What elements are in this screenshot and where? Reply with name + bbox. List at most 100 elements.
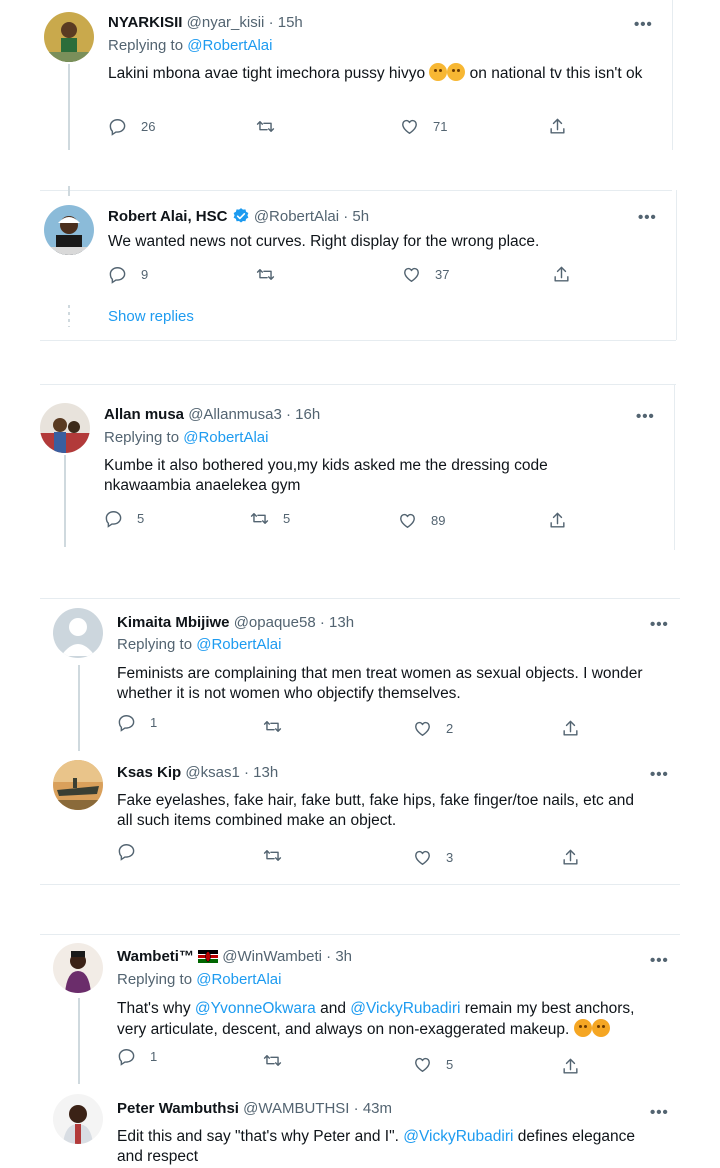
reply-button[interactable]: 1 <box>117 713 157 732</box>
divider <box>40 598 680 599</box>
like-button[interactable]: 2 <box>413 719 453 738</box>
replying-handle-link[interactable]: @RobertAlai <box>183 429 268 446</box>
share-button[interactable] <box>561 848 580 867</box>
more-options-icon[interactable]: ••• <box>650 616 669 633</box>
share-button[interactable] <box>561 1057 580 1076</box>
tweet-time[interactable]: · 5h <box>343 208 369 225</box>
retweet-icon <box>256 117 275 136</box>
more-options-icon[interactable]: ••• <box>650 1104 669 1121</box>
reply-count: 5 <box>137 511 145 526</box>
retweet-button[interactable] <box>263 717 282 736</box>
like-button[interactable]: 37 <box>402 265 449 284</box>
avatar[interactable] <box>53 760 103 810</box>
retweet-icon <box>250 509 269 528</box>
author-handle[interactable]: @WAMBUTHSI <box>243 1100 349 1117</box>
more-options-icon[interactable]: ••• <box>650 766 669 783</box>
share-button[interactable] <box>548 511 567 530</box>
more-options-icon[interactable]: ••• <box>650 952 669 969</box>
like-button[interactable]: 89 <box>398 511 445 530</box>
tweet-text: Fake eyelashes, fake hair, fake butt, fa… <box>117 791 687 831</box>
more-options-icon[interactable]: ••• <box>638 209 657 226</box>
face-emoji-icon <box>447 63 466 81</box>
author-handle[interactable]: @WinWambeti <box>222 948 322 965</box>
like-count: 37 <box>435 267 450 282</box>
author-name[interactable]: Allan musa <box>104 406 184 423</box>
share-icon <box>561 719 580 738</box>
tweet-text-line: all such items combined make an object. <box>117 812 397 829</box>
author-name[interactable]: NYARKISII <box>108 14 182 31</box>
reply-button[interactable]: 1 <box>117 1047 157 1066</box>
share-icon <box>548 511 567 530</box>
retweet-button[interactable] <box>263 1051 282 1070</box>
author-handle[interactable]: @nyar_kisii <box>187 14 265 31</box>
author-name[interactable]: Ksas Kip <box>117 764 181 781</box>
mention-link[interactable]: @YvonneOkwara <box>195 1000 316 1017</box>
more-options-icon[interactable]: ••• <box>634 16 653 33</box>
show-replies-link[interactable]: Show replies <box>108 308 194 325</box>
avatar[interactable] <box>53 608 103 658</box>
retweet-button[interactable] <box>256 117 275 136</box>
share-button[interactable] <box>548 117 567 136</box>
retweet-button[interactable] <box>256 265 275 284</box>
like-button[interactable]: 5 <box>413 1055 453 1074</box>
share-button[interactable] <box>561 719 580 738</box>
retweet-button[interactable]: 5 <box>250 509 290 528</box>
divider <box>40 884 680 885</box>
replying-handle-link[interactable]: @RobertAlai <box>187 37 272 54</box>
reply-button[interactable]: 26 <box>108 117 155 136</box>
author-name[interactable]: Kimaita Mbijiwe <box>117 614 230 631</box>
tweet-text-part: and <box>315 1000 351 1017</box>
author-name[interactable]: Peter Wambuthsi <box>117 1100 239 1117</box>
tweet-time[interactable]: · 16h <box>286 406 320 423</box>
more-options-icon[interactable]: ••• <box>636 408 655 425</box>
avatar[interactable] <box>53 943 103 993</box>
tweet-time[interactable]: · 15h <box>269 14 303 31</box>
tweet-text-line: Kumbe it also bothered you,my kids asked… <box>104 457 548 474</box>
replying-label: Replying to <box>117 971 197 988</box>
avatar[interactable] <box>40 403 90 453</box>
tweet-time[interactable]: · 43m <box>354 1100 392 1117</box>
mention-link[interactable]: @VickyRubadiri <box>350 1000 460 1017</box>
tweet-text: Kumbe it also bothered you,my kids asked… <box>104 456 664 496</box>
tweet-text-line: whether it is not women who objectify th… <box>117 685 461 702</box>
share-button[interactable] <box>552 265 571 284</box>
reply-count: 1 <box>150 1049 158 1064</box>
reply-button[interactable]: 5 <box>104 509 144 528</box>
author-handle[interactable]: @RobertAlai <box>254 208 339 225</box>
like-button[interactable]: 3 <box>413 848 453 867</box>
tweet-text-line: and respect <box>117 1148 198 1165</box>
retweet-button[interactable] <box>263 846 282 865</box>
author-handle[interactable]: @opaque58 <box>234 614 316 631</box>
avatar[interactable] <box>53 1094 103 1144</box>
tweet-text-part: very articulate, descent, and always on … <box>117 1021 570 1038</box>
like-button[interactable]: 71 <box>400 117 447 136</box>
author-name[interactable]: Robert Alai, HSC <box>108 208 227 225</box>
replying-handle-link[interactable]: @RobertAlai <box>196 971 281 988</box>
avatar[interactable] <box>44 205 94 255</box>
reply-icon <box>104 509 123 528</box>
divider <box>40 384 676 385</box>
like-icon <box>402 265 421 284</box>
tweet-time[interactable]: · 13h <box>320 614 354 631</box>
divider <box>676 190 677 340</box>
tweet-text: We wanted news not curves. Right display… <box>108 233 540 250</box>
mention-link[interactable]: @VickyRubadiri <box>403 1128 513 1145</box>
tweet-time[interactable]: · 3h <box>326 948 352 965</box>
share-icon <box>561 1057 580 1076</box>
replying-handle-link[interactable]: @RobertAlai <box>196 636 281 653</box>
tweet-time[interactable]: · 13h <box>244 764 278 781</box>
author-name[interactable]: Wambeti™ <box>117 948 194 965</box>
author-handle[interactable]: @ksas1 <box>185 764 239 781</box>
tweet-text: Edit this and say "that's why Peter and … <box>117 1127 687 1167</box>
tweet-text-line: Fake eyelashes, fake hair, fake butt, fa… <box>117 792 634 809</box>
smiling-face-emoji-icon <box>591 1019 610 1037</box>
share-icon <box>548 117 567 136</box>
tweet-text: That's why @YvonneOkwara and @VickyRubad… <box>117 999 687 1040</box>
verified-badge-icon <box>233 208 248 223</box>
avatar[interactable] <box>44 12 94 62</box>
reply-button[interactable]: 9 <box>108 265 148 284</box>
divider <box>40 934 680 935</box>
reply-icon <box>117 713 136 732</box>
reply-button[interactable] <box>117 842 136 861</box>
author-handle[interactable]: @Allanmusa3 <box>188 406 282 423</box>
